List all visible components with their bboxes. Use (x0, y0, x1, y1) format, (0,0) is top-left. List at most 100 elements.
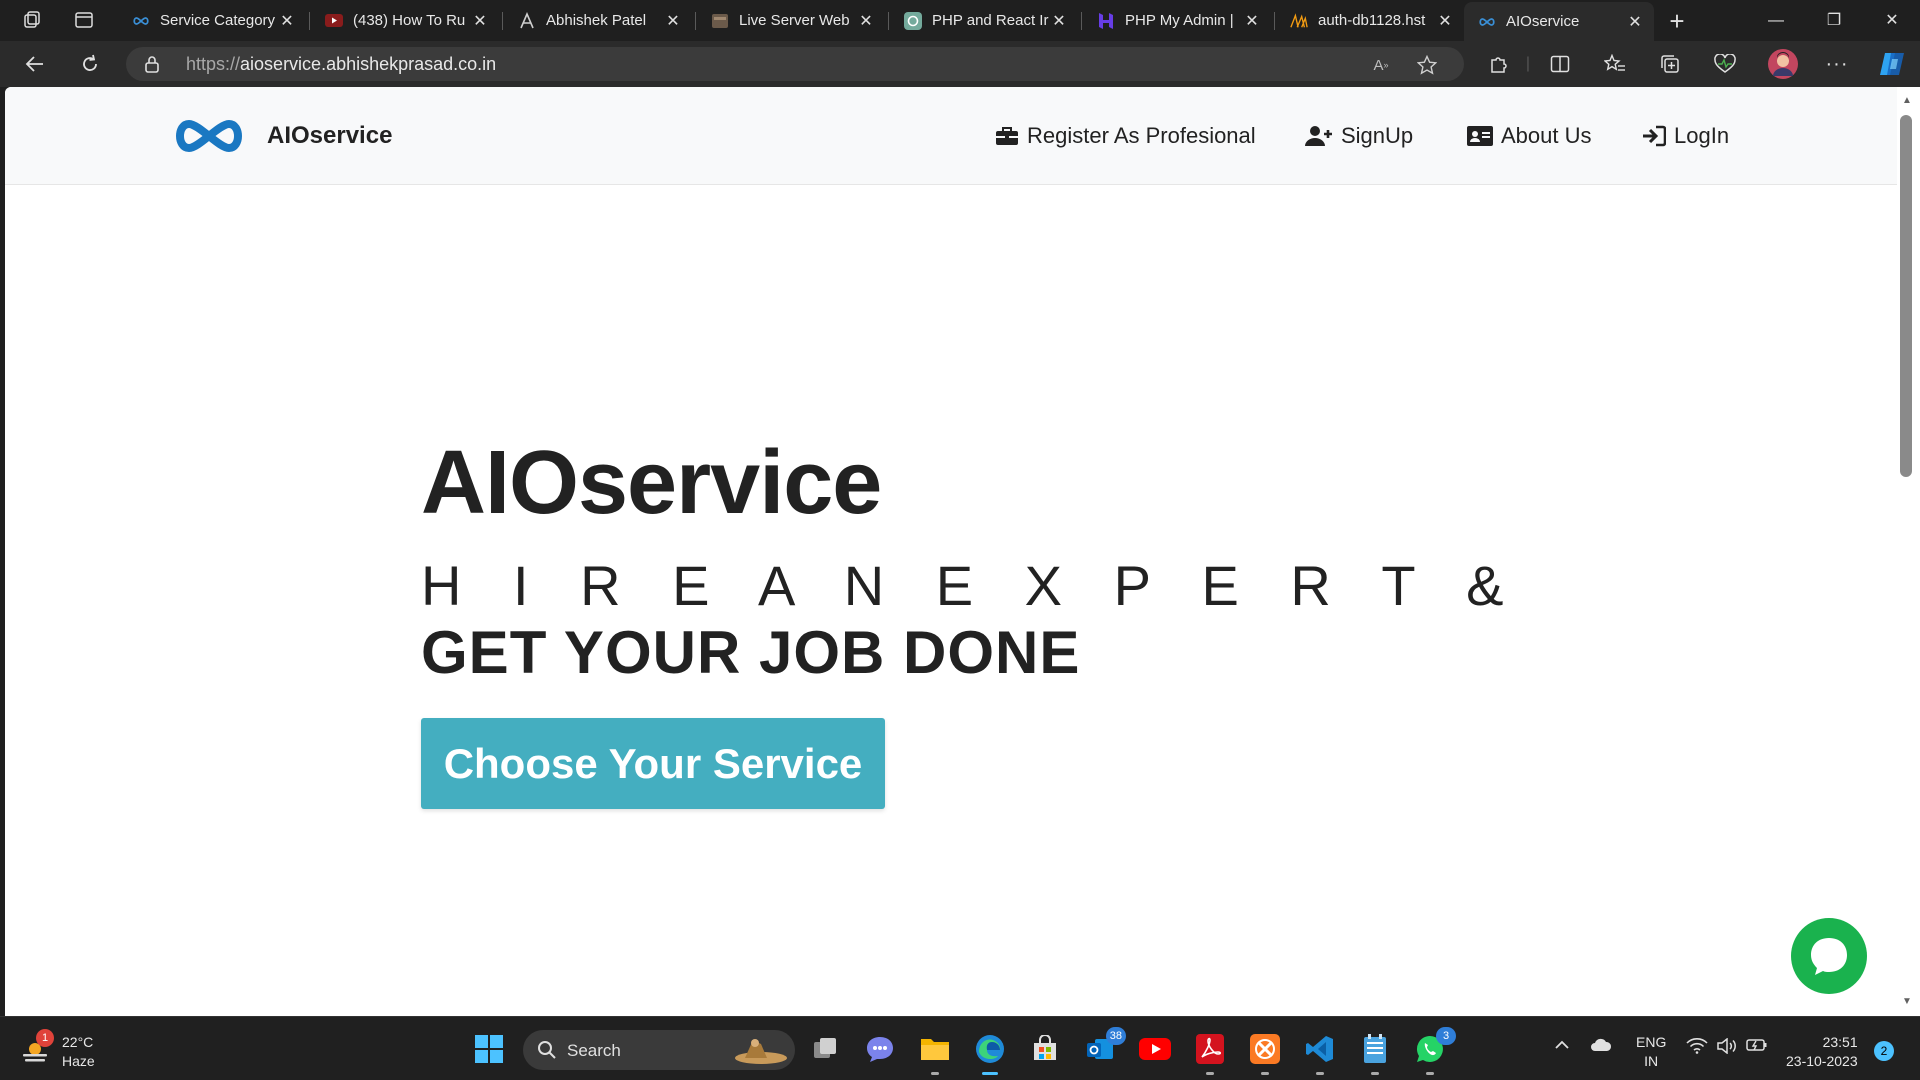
xampp-button[interactable] (1247, 1031, 1283, 1075)
tab-divider (1081, 12, 1082, 30)
profile-avatar[interactable] (1766, 47, 1800, 81)
youtube-app-button[interactable] (1137, 1031, 1173, 1067)
teams-chat-icon (867, 1037, 893, 1062)
brand-name: AIOservice (267, 122, 393, 149)
nav-label: About Us (1501, 123, 1592, 148)
split-screen-button[interactable] (1545, 50, 1575, 78)
microsoft-store-button[interactable] (1027, 1031, 1063, 1067)
close-window-button[interactable]: ✕ (1872, 6, 1912, 36)
nav-login[interactable]: LogIn (1642, 123, 1729, 149)
tab-service-category[interactable]: Service Category ✕ (118, 4, 306, 37)
windows-taskbar: 1 22°C Haze Search 38 3 ENG IN 23:51 23-… (0, 1016, 1920, 1080)
copilot-icon (1880, 53, 1904, 75)
tab-actions-icon[interactable] (72, 8, 96, 32)
tab-divider (695, 12, 696, 30)
running-indicator (931, 1072, 939, 1075)
address-bar[interactable]: https://aioservice.abhishekprasad.co.in … (126, 47, 1464, 81)
url-text[interactable]: https://aioservice.abhishekprasad.co.in (186, 54, 496, 75)
start-button[interactable] (471, 1031, 507, 1067)
chat-widget-button[interactable] (1791, 918, 1867, 994)
lang-line2: IN (1644, 1053, 1659, 1069)
tab-title: (438) How To Ru (353, 12, 466, 29)
youtube-favicon-icon (325, 12, 343, 30)
battery-charging-icon[interactable] (1746, 1038, 1768, 1055)
tab-youtube[interactable]: (438) How To Ru ✕ (311, 4, 499, 37)
whatsapp-button[interactable]: 3 (1412, 1027, 1456, 1075)
workspaces-icon[interactable] (20, 8, 44, 32)
lock-icon[interactable] (144, 55, 160, 78)
split-screen-icon (1550, 55, 1570, 73)
lang-line1: ENG (1636, 1034, 1667, 1050)
windows-logo-icon (475, 1035, 503, 1063)
tab-divider (502, 12, 503, 30)
url-protocol: https:// (186, 54, 241, 74)
close-icon[interactable]: ✕ (664, 11, 682, 31)
choose-service-button[interactable]: Choose Your Service (421, 718, 885, 809)
notepad-button[interactable] (1357, 1031, 1393, 1075)
restore-button[interactable]: ❐ (1814, 6, 1854, 36)
close-icon[interactable]: ✕ (1436, 11, 1454, 31)
tab-abhishek-patel[interactable]: Abhishek Patel ✕ (504, 4, 692, 37)
profile-favicon-icon (518, 11, 536, 30)
sign-in-icon (1643, 125, 1666, 147)
file-explorer-button[interactable] (917, 1031, 953, 1075)
nav-about-us[interactable]: About Us (1467, 123, 1592, 149)
taskbar-search[interactable]: Search (523, 1030, 795, 1070)
nav-label: Register As Profesional (1027, 123, 1256, 148)
new-tab-button[interactable]: + (1662, 6, 1692, 36)
site-navbar: AIOservice Register As Profesional SignU… (5, 87, 1902, 185)
close-icon[interactable]: ✕ (471, 11, 489, 31)
close-icon[interactable]: ✕ (278, 11, 296, 31)
collections-button[interactable] (1655, 50, 1685, 78)
edge-browser-button[interactable] (972, 1031, 1008, 1075)
close-icon[interactable]: ✕ (1626, 12, 1644, 32)
acrobat-button[interactable] (1192, 1031, 1228, 1075)
weather-widget[interactable]: 1 22°C Haze (22, 1029, 95, 1071)
minimize-button[interactable]: — (1756, 6, 1796, 36)
refresh-icon (83, 54, 97, 71)
tab-live-server[interactable]: Live Server Web ✕ (697, 4, 885, 37)
copilot-button[interactable] (1877, 50, 1907, 78)
tab-divider (888, 12, 889, 30)
language-indicator[interactable]: ENG IN (1636, 1033, 1666, 1071)
tab-auth-db[interactable]: auth-db1128.hst ✕ (1276, 4, 1464, 37)
url-host: aioservice.abhishekprasad.co.in (240, 54, 497, 74)
scroll-down-arrow-icon[interactable]: ▼ (1902, 996, 1912, 1007)
nav-signup[interactable]: SignUp (1305, 123, 1413, 149)
refresh-button[interactable] (75, 50, 105, 78)
system-clock[interactable]: 23:51 23-10-2023 (1786, 1033, 1858, 1071)
close-icon[interactable]: ✕ (1050, 11, 1068, 31)
chevron-up-icon[interactable] (1554, 1038, 1570, 1054)
whatsapp-badge: 3 (1436, 1027, 1456, 1045)
browser-essentials-button[interactable] (1710, 50, 1740, 78)
extensions-button[interactable] (1483, 50, 1513, 78)
nav-register-professional[interactable]: Register As Profesional (995, 123, 1256, 149)
tab-chatgpt[interactable]: PHP and React Ir ✕ (890, 4, 1078, 37)
tab-title: Abhishek Patel (546, 12, 647, 29)
brand-link[interactable]: AIOservice (169, 116, 392, 156)
favorites-button[interactable] (1600, 50, 1630, 78)
close-icon[interactable]: ✕ (857, 11, 875, 31)
speaker-volume-icon[interactable] (1716, 1037, 1738, 1057)
wifi-icon[interactable] (1686, 1038, 1708, 1057)
acrobat-pdf-icon (1196, 1034, 1224, 1064)
outlook-button[interactable]: 38 (1082, 1027, 1126, 1067)
notification-count-badge[interactable]: 2 (1874, 1041, 1894, 1061)
tab-phpmyadmin[interactable]: PHP My Admin | ✕ (1083, 4, 1271, 37)
read-aloud-icon[interactable]: A» (1370, 54, 1392, 76)
teams-chat-button[interactable] (862, 1031, 898, 1067)
favorites-list-icon (1604, 54, 1625, 71)
store-icon (1034, 1035, 1056, 1060)
back-button[interactable] (20, 50, 50, 78)
close-icon[interactable]: ✕ (1243, 11, 1261, 31)
more-options-icon[interactable]: ··· (1822, 50, 1852, 78)
tab-aioservice-active[interactable]: AIOservice ✕ (1464, 2, 1654, 41)
onedrive-cloud-icon[interactable] (1590, 1038, 1612, 1055)
vscode-button[interactable] (1302, 1031, 1338, 1075)
scroll-up-arrow-icon[interactable]: ▲ (1902, 95, 1912, 106)
scrollbar-thumb[interactable] (1900, 115, 1912, 477)
task-view-button[interactable] (808, 1031, 844, 1067)
favorite-star-icon[interactable] (1416, 54, 1438, 76)
id-card-icon (1467, 126, 1493, 146)
notepad-icon (1364, 1034, 1386, 1063)
